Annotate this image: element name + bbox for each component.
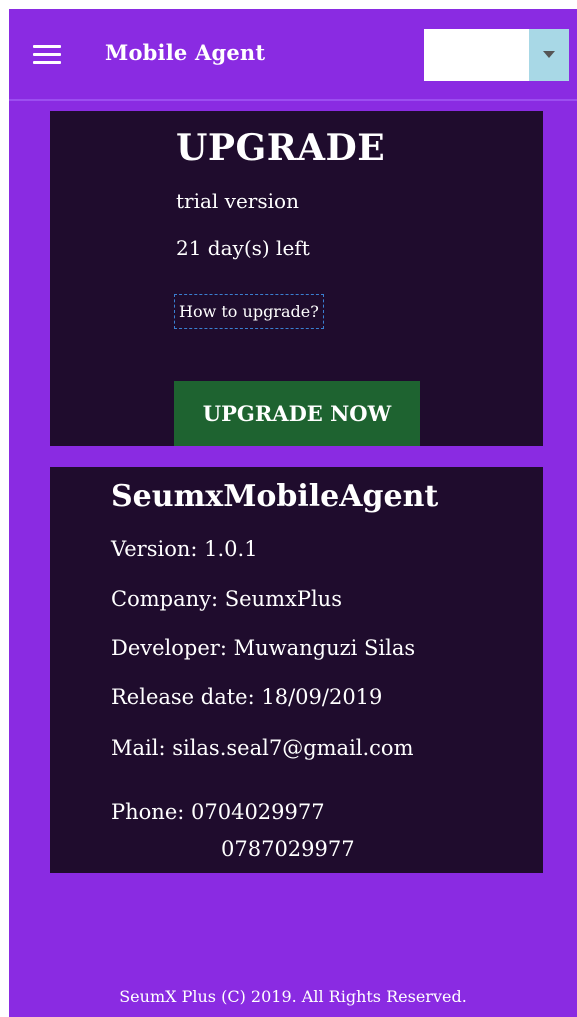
app-name: SeumxMobileAgent (111, 479, 439, 514)
phone-info: Phone: 0704029977 (111, 800, 325, 824)
caret-down-icon[interactable] (529, 29, 569, 81)
menu-bar-line (33, 53, 61, 56)
menu-bar-line (33, 45, 61, 48)
phone-secondary: 0787029977 (221, 837, 355, 861)
trial-version-label: trial version (176, 189, 299, 213)
version-info: Version: 1.0.1 (111, 537, 258, 561)
mail-info: Mail: silas.seal7@gmail.com (111, 736, 414, 760)
release-date-info: Release date: 18/09/2019 (111, 685, 383, 709)
developer-info: Developer: Muwanguzi Silas (111, 636, 416, 660)
company-info: Company: SeumxPlus (111, 587, 342, 611)
about-card: SeumxMobileAgent Version: 1.0.1 Company:… (50, 467, 543, 873)
hamburger-menu-icon[interactable] (33, 43, 61, 65)
days-left-label: 21 day(s) left (176, 236, 310, 260)
agent-select[interactable] (424, 29, 569, 81)
upgrade-card: UPGRADE trial version 21 day(s) left How… (50, 111, 543, 446)
upgrade-now-button[interactable]: UPGRADE NOW (174, 381, 420, 446)
app-title: Mobile Agent (105, 40, 266, 65)
how-to-upgrade-link[interactable]: How to upgrade? (174, 294, 324, 329)
app-frame: Mobile Agent UPGRADE trial version 21 da… (9, 9, 577, 1017)
footer-copyright: SeumX Plus (C) 2019. All Rights Reserved… (119, 987, 467, 1006)
menu-bar-line (33, 61, 61, 64)
upgrade-title: UPGRADE (176, 127, 386, 169)
top-bar: Mobile Agent (9, 9, 577, 101)
